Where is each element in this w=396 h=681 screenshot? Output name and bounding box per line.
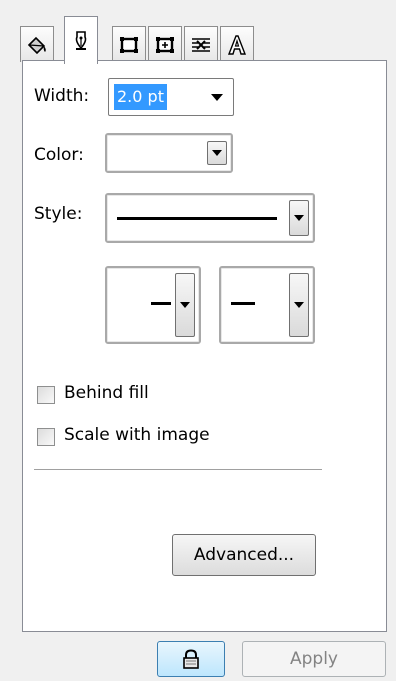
color-label: Color: [34,145,84,165]
scale-with-image-checkbox[interactable] [37,428,55,446]
style-dropdown[interactable] [105,193,315,243]
advanced-button[interactable]: Advanced... [172,534,316,576]
tab-outline[interactable] [64,16,98,64]
end-arrow-dropdown[interactable] [219,266,315,344]
text-a-icon [227,34,247,55]
tab-fill[interactable] [20,26,54,62]
tab-position[interactable] [148,26,182,62]
start-arrow-sample [151,302,171,305]
end-arrow-sample [231,302,255,305]
tab-text[interactable] [220,26,254,62]
lock-button[interactable] [157,641,225,677]
pen-nib-icon [75,30,87,50]
chevron-down-icon[interactable] [211,94,223,101]
behind-fill-checkbox[interactable] [37,386,55,404]
end-arrow-dropdown-button[interactable] [289,273,309,337]
width-combo[interactable]: 2.0 pt [108,78,234,116]
width-value[interactable]: 2.0 pt [114,84,167,110]
tab-wrap[interactable] [184,26,218,62]
behind-fill-label[interactable]: Behind fill [64,383,149,403]
color-dropdown[interactable] [105,133,233,173]
fill-bucket-icon [27,36,46,54]
start-arrow-dropdown[interactable] [105,266,201,344]
apply-button[interactable]: Apply [242,641,386,677]
position-frame-icon [156,36,174,53]
style-dropdown-button[interactable] [289,200,309,236]
scale-with-image-label[interactable]: Scale with image [64,425,210,445]
separator [34,469,322,470]
size-frame-icon [120,36,138,53]
wrap-icon [192,37,210,52]
width-label: Width: [34,86,90,106]
line-style-sample [117,217,277,220]
color-dropdown-button[interactable] [207,141,227,165]
property-tabs [20,10,290,64]
style-label: Style: [34,204,83,224]
start-arrow-dropdown-button[interactable] [175,273,195,337]
lock-icon [183,649,199,669]
tab-size[interactable] [112,26,146,62]
